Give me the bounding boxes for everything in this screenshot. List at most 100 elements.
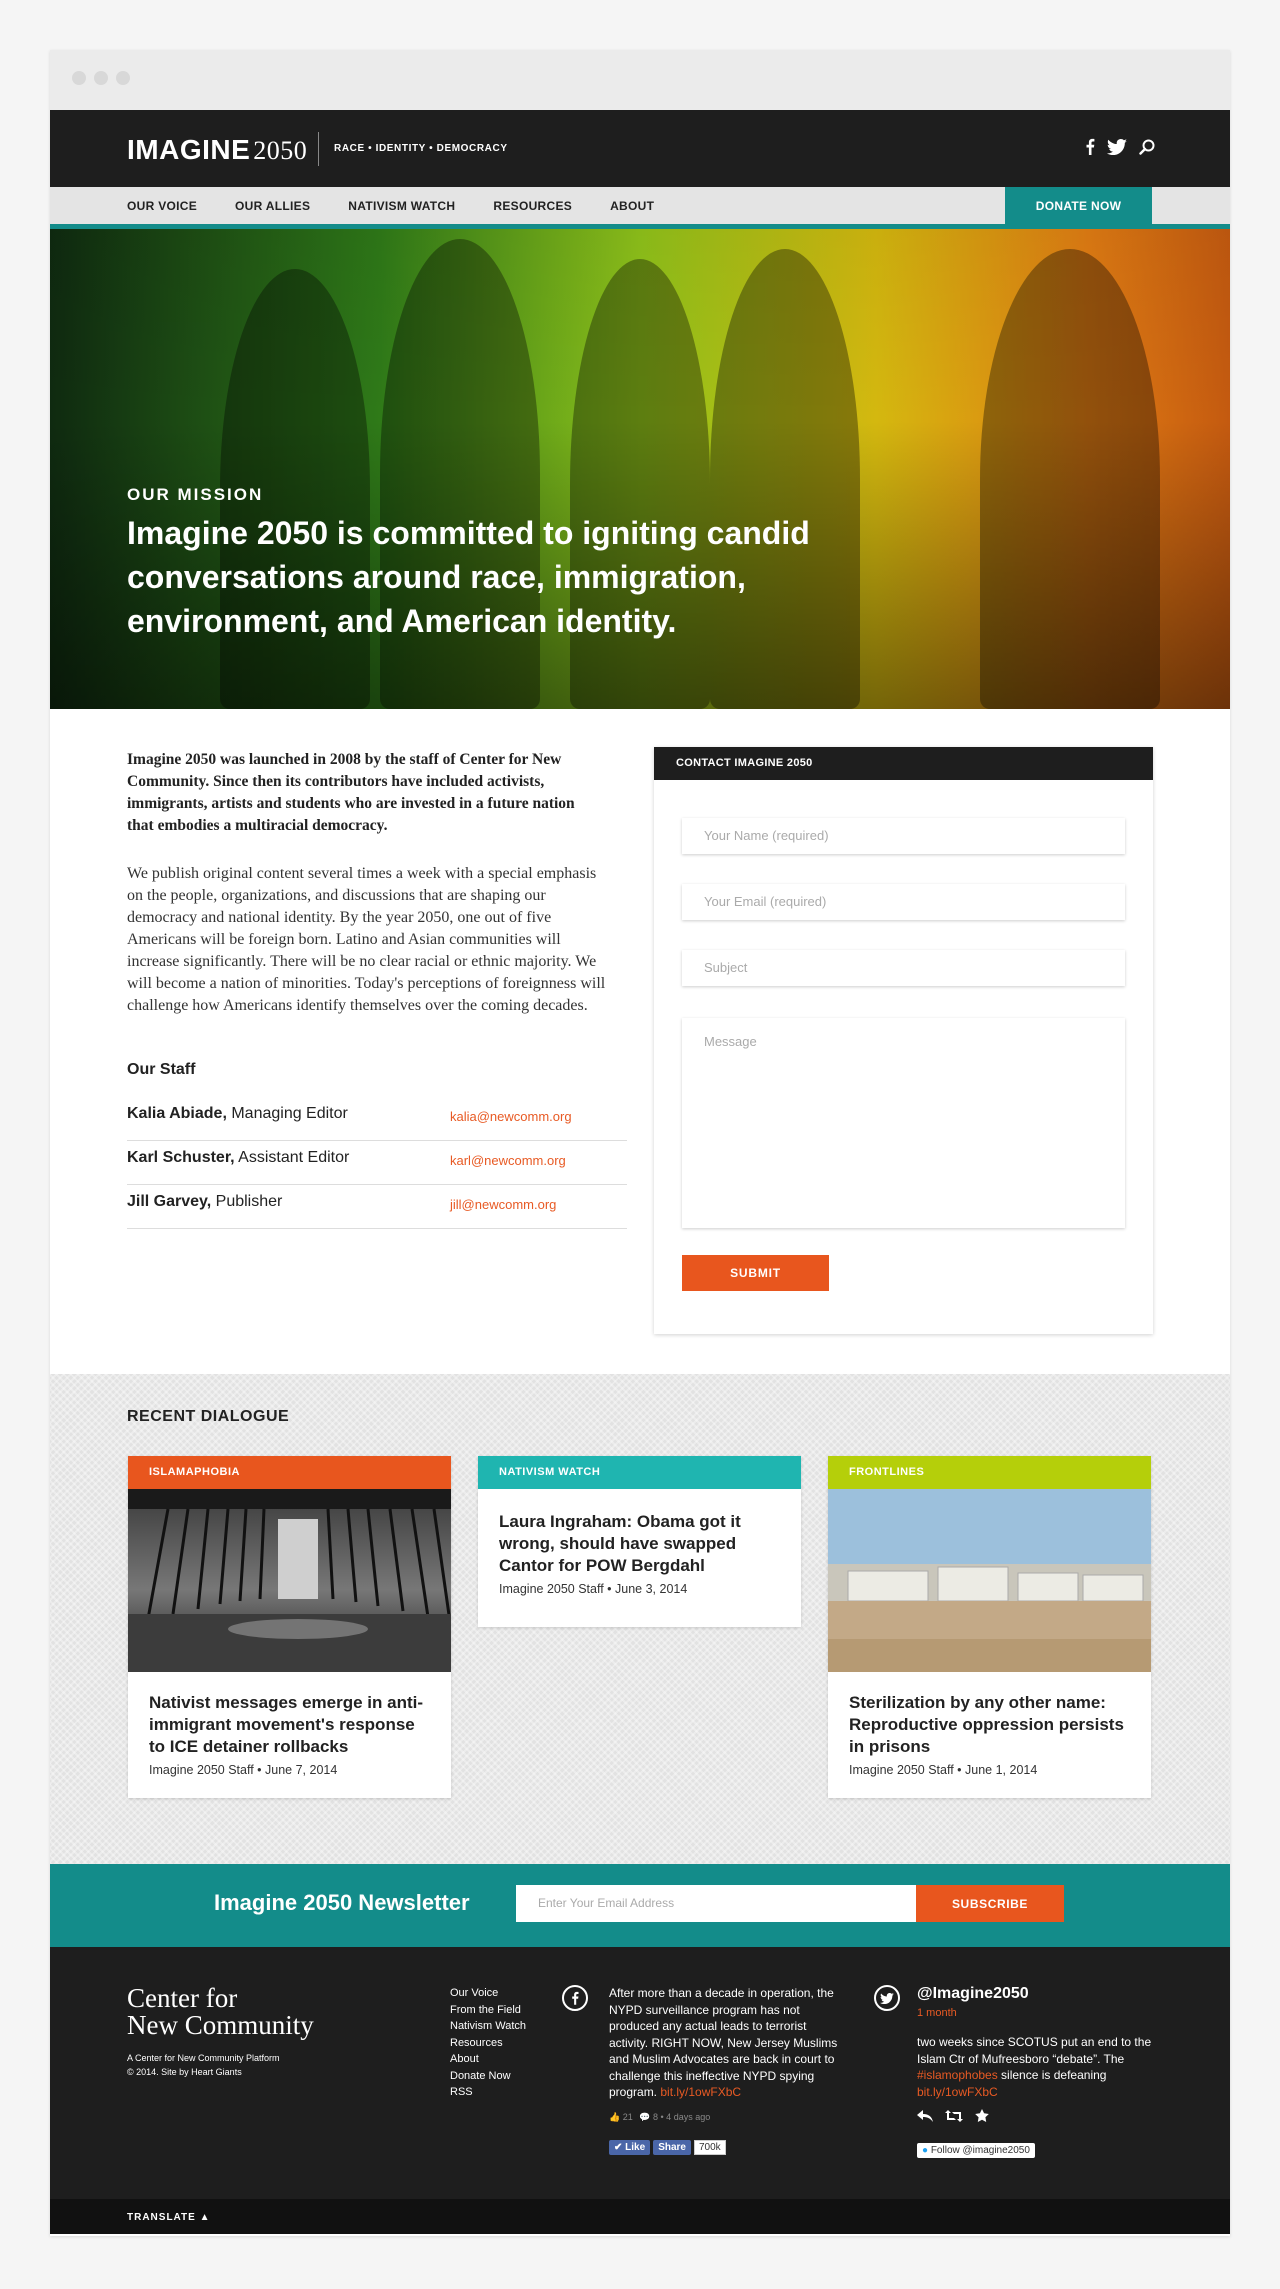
facebook-share-button[interactable]: Share [653,2140,691,2155]
article-card[interactable]: ISLAMAPHOBIA Nativist messages emerge in… [128,1456,451,1798]
article-card[interactable]: FRONTLINES Sterilization by any other na… [828,1456,1151,1798]
tweet-time[interactable]: 1 month [917,2007,957,2019]
facebook-post-link[interactable]: bit.ly/1owFXbC [660,2085,741,2099]
staff-list: Kalia Abiade, Managing Editor kalia@newc… [127,1097,627,1229]
site-footer: Center for New Community A Center for New… [50,1947,1230,2199]
staff-title: Our Staff [127,1061,196,1078]
main-nav: OUR VOICE OUR ALLIES NATIVISM WATCH RESO… [50,187,1230,229]
tweet-link[interactable]: bit.ly/1owFXbC [917,2085,998,2099]
tweet-body: two weeks since SCOTUS put an end to the… [917,2035,1152,2066]
tweet-text: two weeks since SCOTUS put an end to the… [917,2034,1153,2100]
subscribe-button[interactable]: SUBSCRIBE [916,1885,1064,1922]
newsletter-email-input[interactable]: Enter Your Email Address [516,1885,916,1922]
favorite-icon[interactable] [975,2109,989,2127]
card-title[interactable]: Nativist messages emerge in anti-immigra… [149,1692,430,1758]
staff-name: Karl Schuster, Assistant Editor [127,1149,349,1167]
donate-button[interactable]: DONATE NOW [1005,187,1152,224]
card-meta: Imagine 2050 Staff • June 1, 2014 [849,1763,1038,1777]
window-maximize-dot[interactable] [116,71,130,85]
facebook-share-count: 700k [693,2140,726,2155]
logo-divider [318,132,319,166]
site-logo[interactable]: IMAGINE 2050 [127,134,307,166]
message-field[interactable]: Message [682,1018,1125,1228]
facebook-post-time: • 4 days ago [660,2112,711,2122]
reply-icon[interactable] [917,2109,933,2127]
facebook-like-button[interactable]: ✔ Like [609,2140,651,2155]
mission-label: OUR MISSION [127,485,264,504]
site-header: IMAGINE 2050 RACE • IDENTITY • DEMOCRACY [50,110,1230,187]
retweet-icon[interactable] [945,2109,963,2127]
window-close-dot[interactable] [72,71,86,85]
submit-button[interactable]: SUBMIT [682,1255,829,1291]
twitter-icon[interactable] [874,1985,900,2011]
email-field[interactable]: Your Email (required) [682,884,1125,920]
card-image-detention[interactable] [128,1489,451,1672]
mission-statement: Imagine 2050 is committed to igniting ca… [127,515,810,639]
staff-email-link[interactable]: jill@newcomm.org [450,1197,556,1212]
chevron-up-icon: ▲ [199,2212,211,2223]
subject-field[interactable]: Subject [682,950,1125,986]
facebook-like-count: 21 [622,2112,633,2122]
facebook-post-stats: 👍 21 💬 8 • 4 days ago [609,2112,710,2123]
facebook-like-label: Like [625,2142,646,2153]
footer-link[interactable]: From the Field [450,2002,526,2019]
nav-item-our-voice[interactable]: OUR VOICE [127,199,197,213]
nav-item-our-allies[interactable]: OUR ALLIES [235,199,310,213]
browser-chrome [50,50,1230,110]
footer-logo[interactable]: Center for New Community [127,1985,314,2039]
staff-row: Kalia Abiade, Managing Editor kalia@newc… [127,1097,627,1141]
twitter-handle[interactable]: @Imagine2050 [917,1985,1029,2003]
card-body: Laura Ingraham: Obama got it wrong, shou… [478,1489,801,1627]
card-body: Nativist messages emerge in anti-immigra… [128,1672,451,1798]
footer-credits: A Center for New Community Platform © 201… [127,2051,280,2079]
twitter-follow-button[interactable]: ● Follow @imagine2050 [917,2143,1035,2158]
footer-links: Our Voice From the Field Nativism Watch … [450,1985,526,2101]
staff-name-text: Jill Garvey, [127,1193,212,1210]
card-category[interactable]: NATIVISM WATCH [478,1456,801,1489]
nav-item-about[interactable]: ABOUT [610,199,654,213]
nav-item-resources[interactable]: RESOURCES [493,199,572,213]
card-title[interactable]: Laura Ingraham: Obama got it wrong, shou… [499,1511,780,1577]
translate-toggle[interactable]: TRANSLATE ▲ [127,2212,211,2223]
about-section: Imagine 2050 was launched in 2008 by the… [50,709,1230,1374]
detention-corridor-image [128,1489,451,1672]
tweet-hashtag[interactable]: #islamophobes [917,2068,998,2082]
footer-link[interactable]: About [450,2051,526,2068]
facebook-icon[interactable] [562,1985,588,2011]
card-title[interactable]: Sterilization by any other name: Reprodu… [849,1692,1130,1758]
social-links [1085,138,1155,155]
footer-link[interactable]: RSS [450,2084,526,2101]
footer-logo-line: New Community [127,2010,314,2040]
footer-link[interactable]: Nativism Watch [450,2018,526,2035]
name-field[interactable]: Your Name (required) [682,818,1125,854]
twitter-icon[interactable] [1107,138,1127,155]
staff-email-link[interactable]: karl@newcomm.org [450,1153,566,1168]
footer-platform-note: A Center for New Community Platform [127,2053,280,2063]
translate-bar: TRANSLATE ▲ [50,2199,1230,2234]
twitter-follow-label: Follow @imagine2050 [930,2145,1030,2156]
facebook-icon[interactable] [1085,138,1095,155]
card-category[interactable]: ISLAMAPHOBIA [128,1456,451,1489]
staff-row: Karl Schuster, Assistant Editor karl@new… [127,1141,627,1185]
footer-link[interactable]: Our Voice [450,1985,526,2002]
staff-name-text: Kalia Abiade, [127,1105,227,1122]
facebook-post-text: After more than a decade in operation, t… [609,1986,838,2099]
article-card[interactable]: NATIVISM WATCH Laura Ingraham: Obama got… [478,1456,801,1627]
contact-form: CONTACT IMAGINE 2050 Your Name (required… [654,747,1153,1334]
intro-lead: Imagine 2050 was launched in 2008 by the… [127,751,575,834]
nav-item-nativism-watch[interactable]: NATIVISM WATCH [348,199,455,213]
card-image-prison[interactable] [828,1489,1151,1672]
staff-name-text: Karl Schuster, [127,1149,235,1166]
comment-icon[interactable]: 💬 [639,2112,650,2122]
card-category[interactable]: FRONTLINES [828,1456,1151,1489]
staff-email-link[interactable]: kalia@newcomm.org [450,1109,572,1124]
browser-frame: IMAGINE 2050 RACE • IDENTITY • DEMOCRACY … [50,50,1230,2236]
search-icon[interactable] [1139,139,1155,155]
facebook-post: After more than a decade in operation, t… [609,1985,845,2101]
footer-link[interactable]: Donate Now [450,2068,526,2085]
window-minimize-dot[interactable] [94,71,108,85]
footer-link[interactable]: Resources [450,2035,526,2052]
footer-logo-line: Center for [127,1983,238,2013]
thumbs-up-icon[interactable]: 👍 [609,2112,620,2122]
prison-landscape-image [828,1489,1151,1672]
